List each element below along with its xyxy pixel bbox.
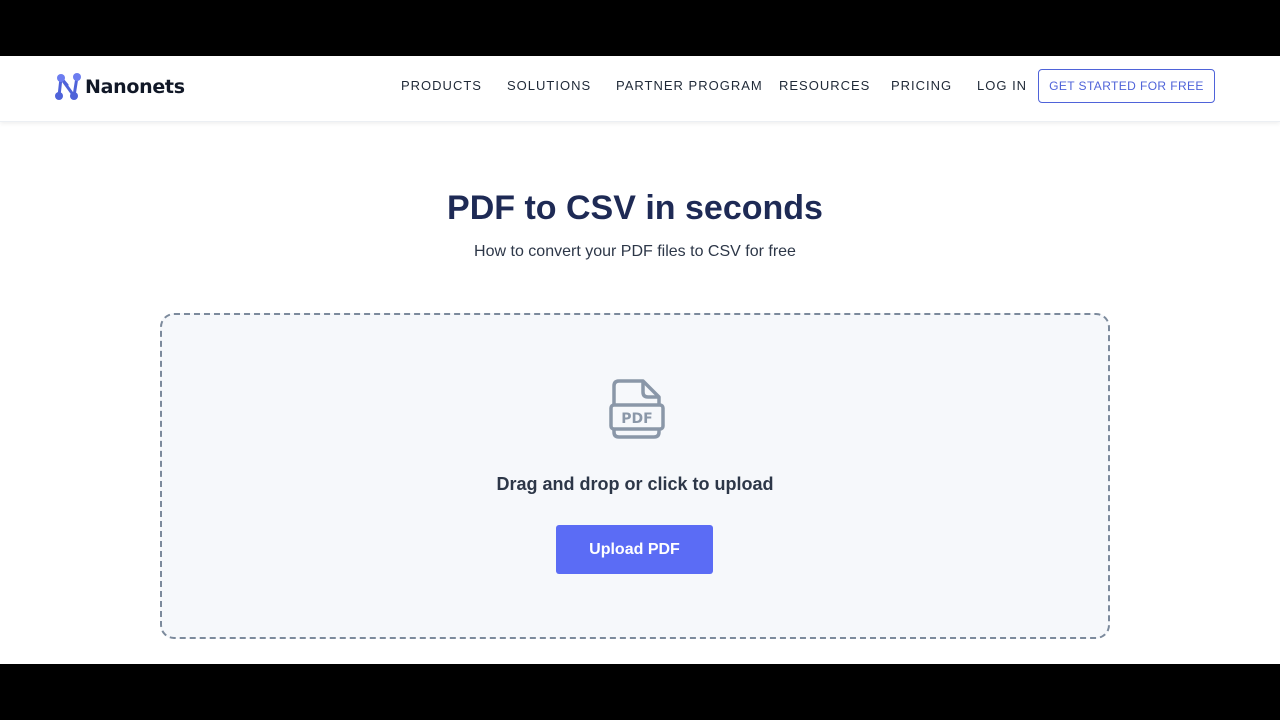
letterbox-bottom xyxy=(0,664,1280,720)
page: Nanonets PRODUCTS SOLUTIONS PARTNER PROG… xyxy=(0,56,1280,664)
nav-item-resources[interactable]: RESOURCES xyxy=(779,78,870,94)
nav-item-pricing[interactable]: PRICING xyxy=(891,78,952,94)
page-title: PDF to CSV in seconds xyxy=(447,189,823,227)
nav-item-partner-program[interactable]: PARTNER PROGRAM xyxy=(616,78,763,94)
get-started-button[interactable]: GET STARTED FOR FREE xyxy=(1038,69,1215,103)
upload-dropzone[interactable]: PDF Drag and drop or click to upload Upl… xyxy=(160,313,1110,639)
navbar: Nanonets PRODUCTS SOLUTIONS PARTNER PROG… xyxy=(0,56,1280,122)
nav-item-solutions[interactable]: SOLUTIONS xyxy=(507,78,591,94)
page-subtitle: How to convert your PDF files to CSV for… xyxy=(474,243,796,260)
pdf-icon-label: PDF xyxy=(621,411,652,427)
upload-prompt: Drag and drop or click to upload xyxy=(496,474,774,494)
upload-pdf-button[interactable]: Upload PDF xyxy=(556,525,713,574)
letterbox-top xyxy=(0,0,1280,56)
nav-item-products[interactable]: PRODUCTS xyxy=(401,78,482,94)
nav-item-login[interactable]: LOG IN xyxy=(977,78,1027,94)
pdf-file-icon: PDF xyxy=(609,379,665,439)
